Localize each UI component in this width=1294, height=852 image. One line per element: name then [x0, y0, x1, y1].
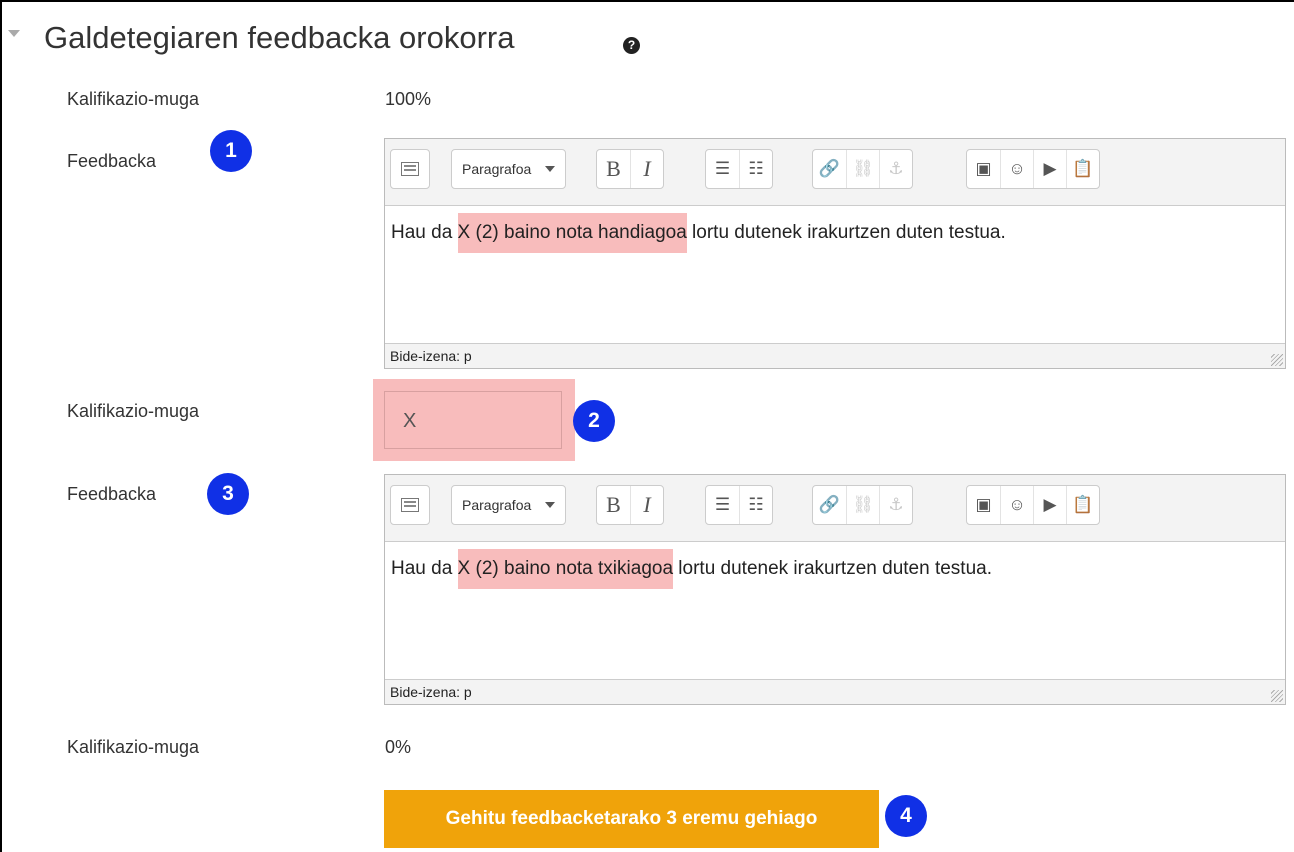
paragraph-format-select[interactable]: Paragrafoa: [451, 149, 567, 189]
bulleted-list-icon[interactable]: ☰: [706, 486, 739, 524]
image-icon[interactable]: ▣: [967, 150, 1000, 188]
feedback-editor-1: Paragrafoa B I ☰ ☷ 🔗 ⛓ ⚓ ▣ ☺ ▶ 📋 Hau da …: [384, 138, 1286, 369]
content-text-after: lortu dutenek irakurtzen duten testua.: [686, 222, 1006, 243]
bulleted-list-icon[interactable]: ☰: [706, 150, 739, 188]
add-feedback-fields-button[interactable]: Gehitu feedbacketarako 3 eremu gehiago: [384, 790, 879, 848]
italic-icon[interactable]: I: [630, 486, 663, 524]
grade-boundary-label: Kalifikazio-muga: [67, 737, 200, 757]
link-group: 🔗 ⛓ ⚓: [812, 149, 913, 189]
editor-path-bar: Bide-izena: p: [385, 343, 1285, 368]
unlink-icon[interactable]: ⛓: [846, 486, 879, 524]
image-icon[interactable]: ▣: [967, 486, 1000, 524]
frame-left-border: [0, 0, 2, 852]
grade-boundary-input[interactable]: X: [384, 391, 562, 449]
grade-boundary-label: Kalifikazio-muga: [67, 89, 200, 109]
step-marker-4: 4: [885, 795, 927, 837]
media-icon[interactable]: ▶: [1033, 150, 1066, 188]
frame-top-border: [0, 0, 1294, 2]
media-icon[interactable]: ▶: [1033, 486, 1066, 524]
content-highlight: X (2) baino nota txikiagoa: [457, 549, 674, 589]
help-icon[interactable]: ?: [623, 37, 640, 54]
anchor-icon[interactable]: ⚓: [879, 486, 912, 524]
insert-group: ▣ ☺ ▶ 📋: [966, 485, 1100, 525]
feedback-label: Feedbacka: [67, 484, 157, 504]
link-icon[interactable]: 🔗: [813, 150, 846, 188]
editor-path-bar: Bide-izena: p: [385, 679, 1285, 704]
editor-toolbar: Paragrafoa B I ☰ ☷ 🔗 ⛓ ⚓ ▣ ☺ ▶ 📋: [385, 139, 1285, 206]
list-group: ☰ ☷: [705, 149, 773, 189]
link-icon[interactable]: 🔗: [813, 486, 846, 524]
paragraph-format-value: Paragrafoa: [462, 161, 532, 177]
grade-boundary-value: 0%: [385, 737, 412, 757]
emoticon-icon[interactable]: ☺: [1000, 486, 1033, 524]
content-text-before: Hau da: [391, 222, 458, 243]
editor-toolbar: Paragrafoa B I ☰ ☷ 🔗 ⛓ ⚓ ▣ ☺ ▶ 📋: [385, 475, 1285, 542]
text-style-group: B I: [596, 485, 664, 525]
toolbar-toggle-group: [390, 149, 430, 189]
content-text-before: Hau da: [391, 558, 458, 579]
toolbar-toggle-group: [390, 485, 430, 525]
feedback-editor-2: Paragrafoa B I ☰ ☷ 🔗 ⛓ ⚓ ▣ ☺ ▶ 📋 Hau da …: [384, 474, 1286, 705]
toolbar-toggle-icon[interactable]: [391, 486, 429, 524]
numbered-list-icon[interactable]: ☷: [739, 486, 772, 524]
paragraph-format-select[interactable]: Paragrafoa: [451, 485, 567, 525]
emoticon-icon[interactable]: ☺: [1000, 150, 1033, 188]
chevron-down-icon: [545, 502, 556, 508]
anchor-icon[interactable]: ⚓: [879, 150, 912, 188]
collapse-toggle-icon[interactable]: [8, 30, 20, 37]
feedback-label: Feedbacka: [67, 151, 157, 171]
text-style-group: B I: [596, 149, 664, 189]
paragraph-format-value: Paragrafoa: [462, 497, 532, 513]
numbered-list-icon[interactable]: ☷: [739, 150, 772, 188]
grade-boundary-label: Kalifikazio-muga: [67, 401, 200, 421]
editor-path: Bide-izena: p: [390, 684, 472, 700]
grade-boundary-value: 100%: [385, 89, 432, 109]
unlink-icon[interactable]: ⛓: [846, 150, 879, 188]
link-group: 🔗 ⛓ ⚓: [812, 485, 913, 525]
resize-grip-icon[interactable]: [1271, 354, 1283, 366]
toolbar-toggle-icon[interactable]: [391, 150, 429, 188]
editor-path: Bide-izena: p: [390, 348, 472, 364]
bold-icon[interactable]: B: [597, 150, 630, 188]
bold-icon[interactable]: B: [597, 486, 630, 524]
paste-icon[interactable]: 📋: [1066, 150, 1099, 188]
paste-icon[interactable]: 📋: [1066, 486, 1099, 524]
editor-content[interactable]: Hau da X (2) baino nota handiagoa lortu …: [385, 206, 1285, 343]
step-marker-1: 1: [210, 130, 252, 172]
content-text-after: lortu dutenek irakurtzen duten testua.: [673, 558, 992, 579]
content-highlight: X (2) baino nota handiagoa: [457, 213, 687, 253]
editor-content[interactable]: Hau da X (2) baino nota txikiagoa lortu …: [385, 542, 1285, 679]
insert-group: ▣ ☺ ▶ 📋: [966, 149, 1100, 189]
step-marker-3: 3: [207, 473, 249, 515]
step-marker-2: 2: [573, 400, 615, 442]
chevron-down-icon: [545, 166, 556, 172]
resize-grip-icon[interactable]: [1271, 690, 1283, 702]
section-title: Galdetegiaren feedbacka orokorra: [44, 20, 515, 55]
italic-icon[interactable]: I: [630, 150, 663, 188]
list-group: ☰ ☷: [705, 485, 773, 525]
